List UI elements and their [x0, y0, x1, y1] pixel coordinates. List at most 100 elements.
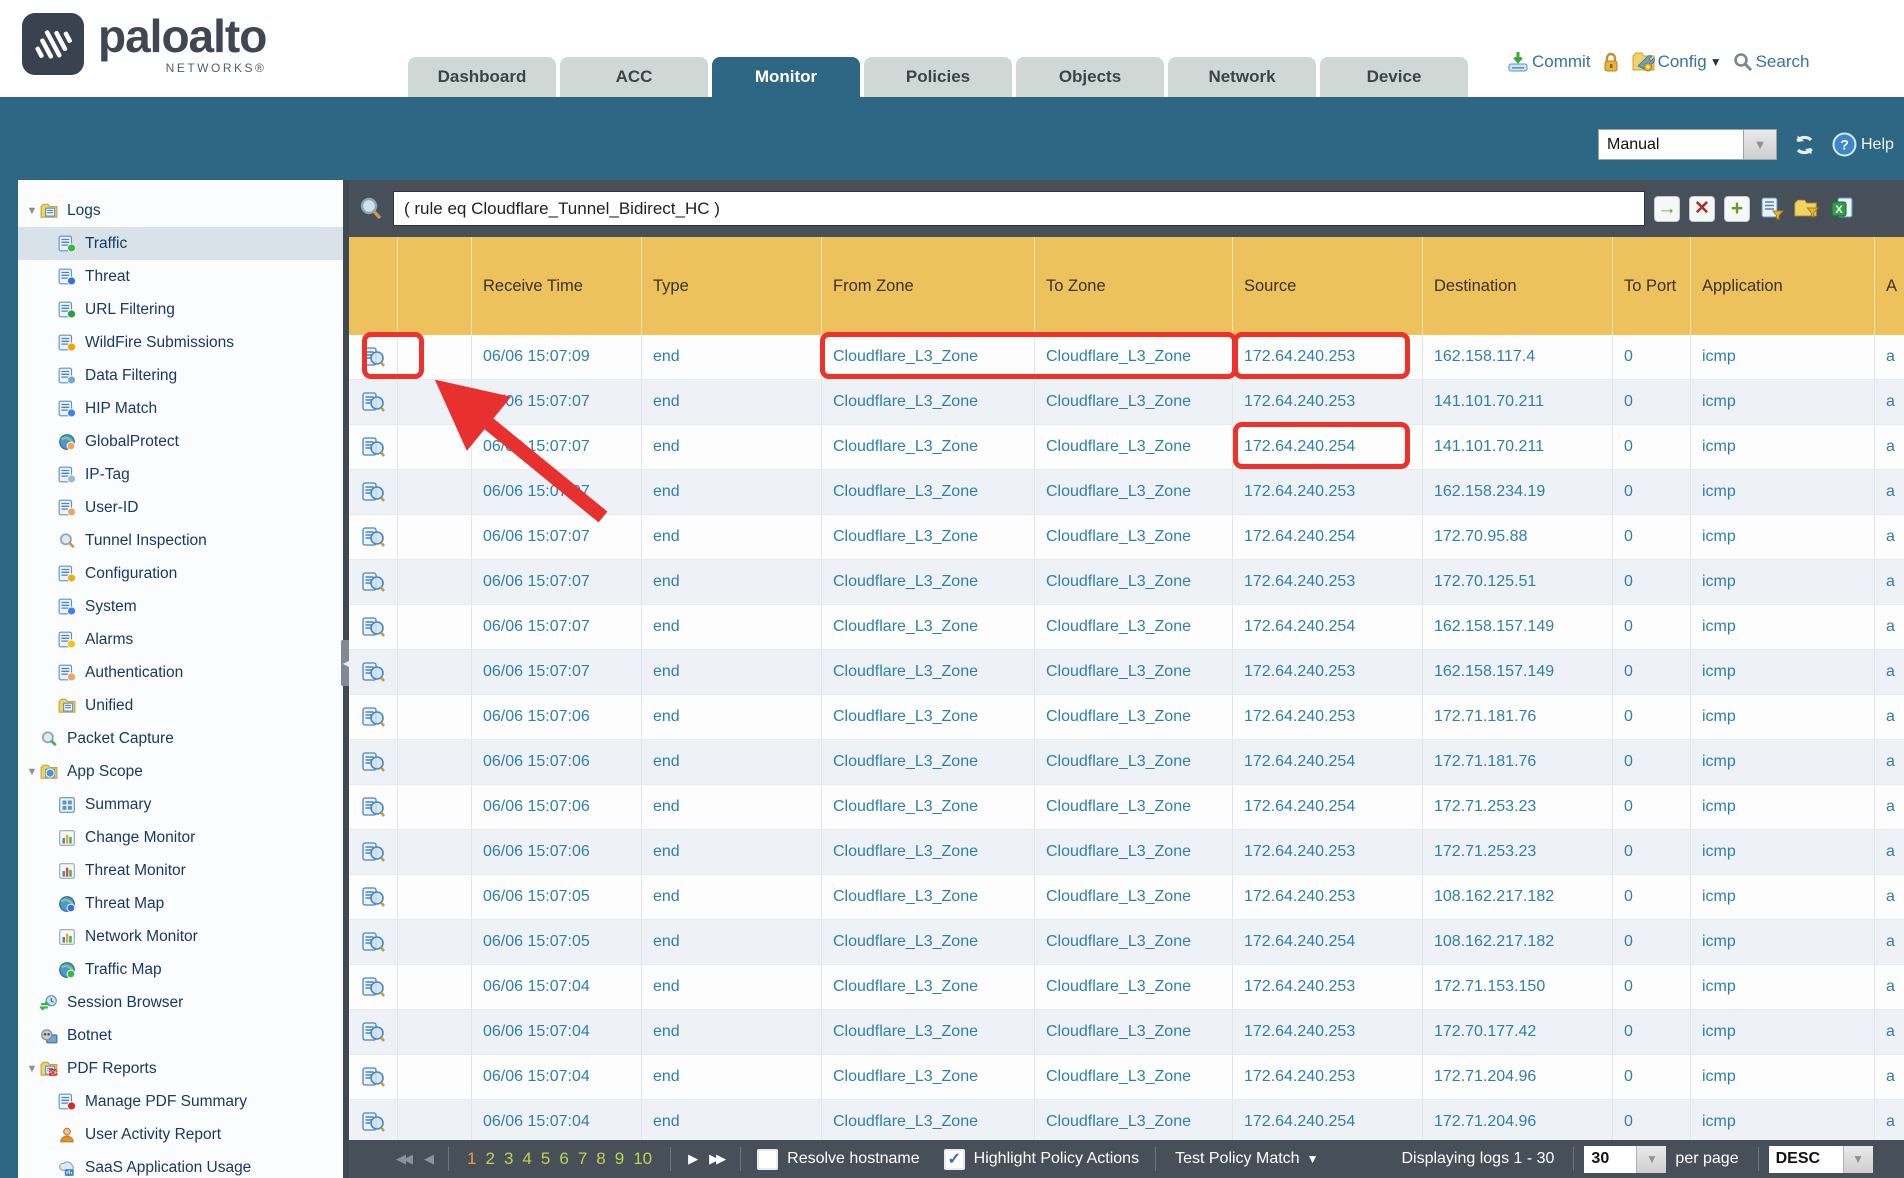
cell-to-zone[interactable]: Cloudflare_L3_Zone	[1034, 1055, 1232, 1099]
cell-from-zone[interactable]: Cloudflare_L3_Zone	[821, 515, 1034, 559]
log-detail-button[interactable]	[349, 335, 397, 379]
first-page-button[interactable]: ◀◀	[396, 1151, 410, 1167]
cell-application[interactable]: icmp	[1690, 335, 1874, 379]
cell-application[interactable]: icmp	[1690, 470, 1874, 514]
cell-source[interactable]: 172.64.240.253	[1232, 335, 1422, 379]
cell-destination[interactable]: 141.101.70.211	[1422, 425, 1612, 469]
cell-receive-time[interactable]: 06/06 15:07:06	[471, 830, 641, 874]
cell-from-zone[interactable]: Cloudflare_L3_Zone	[821, 965, 1034, 1009]
cell-source[interactable]: 172.64.240.253	[1232, 695, 1422, 739]
cell-receive-time[interactable]: 06/06 15:07:07	[471, 515, 641, 559]
cell-to-zone[interactable]: Cloudflare_L3_Zone	[1034, 1010, 1232, 1054]
cell-source[interactable]: 172.64.240.253	[1232, 470, 1422, 514]
sidebar-item-packet-capture[interactable]: Packet Capture	[18, 722, 343, 755]
cell-to-zone[interactable]: Cloudflare_L3_Zone	[1034, 965, 1232, 1009]
cell-application[interactable]: icmp	[1690, 380, 1874, 424]
last-page-button[interactable]: ▶▶	[709, 1151, 723, 1167]
cell-to-zone[interactable]: Cloudflare_L3_Zone	[1034, 785, 1232, 829]
cell-to-port[interactable]: 0	[1612, 515, 1690, 559]
cell-to-port[interactable]: 0	[1612, 650, 1690, 694]
log-detail-button[interactable]	[349, 650, 397, 694]
cell-receive-time[interactable]: 06/06 15:07:06	[471, 785, 641, 829]
cell-source[interactable]: 172.64.240.254	[1232, 785, 1422, 829]
sidebar-item-summary[interactable]: Summary	[18, 788, 343, 821]
sidebar-item-pdf-reports[interactable]: ▼PDFPDF Reports	[18, 1052, 343, 1085]
cell-source[interactable]: 172.64.240.253	[1232, 965, 1422, 1009]
sidebar-item-traffic[interactable]: Traffic	[18, 227, 343, 260]
sidebar-item-user-activity-report[interactable]: User Activity Report	[18, 1118, 343, 1151]
per-page-dropdown-button[interactable]: ▼	[1636, 1146, 1666, 1173]
column-header-type[interactable]: Type	[641, 237, 821, 335]
cell-application[interactable]: icmp	[1690, 830, 1874, 874]
cell-to-port[interactable]: 0	[1612, 695, 1690, 739]
cell-action[interactable]: a	[1874, 560, 1904, 604]
cell-from-zone[interactable]: Cloudflare_L3_Zone	[821, 560, 1034, 604]
cell-application[interactable]: icmp	[1690, 920, 1874, 964]
cell-to-zone[interactable]: Cloudflare_L3_Zone	[1034, 425, 1232, 469]
cell-action[interactable]: a	[1874, 515, 1904, 559]
cell-application[interactable]: icmp	[1690, 1100, 1874, 1140]
filter-query-input[interactable]	[393, 191, 1645, 226]
cell-type[interactable]: end	[641, 695, 821, 739]
tab-objects[interactable]: Objects	[1016, 57, 1164, 97]
cell-to-zone[interactable]: Cloudflare_L3_Zone	[1034, 1100, 1232, 1140]
cell-receive-time[interactable]: 06/06 15:07:07	[471, 605, 641, 649]
cell-action[interactable]: a	[1874, 425, 1904, 469]
cell-application[interactable]: icmp	[1690, 875, 1874, 919]
cell-source[interactable]: 172.64.240.254	[1232, 1100, 1422, 1140]
cell-from-zone[interactable]: Cloudflare_L3_Zone	[821, 1010, 1034, 1054]
help-button[interactable]: ? Help	[1832, 132, 1894, 157]
cell-type[interactable]: end	[641, 425, 821, 469]
cell-application[interactable]: icmp	[1690, 650, 1874, 694]
sidebar-item-alarms[interactable]: Alarms	[18, 623, 343, 656]
highlight-policy-actions-checkbox[interactable]: ✓	[944, 1149, 965, 1170]
cell-to-zone[interactable]: Cloudflare_L3_Zone	[1034, 380, 1232, 424]
cell-to-zone[interactable]: Cloudflare_L3_Zone	[1034, 830, 1232, 874]
cell-destination[interactable]: 172.70.95.88	[1422, 515, 1612, 559]
sidebar-item-ip-tag[interactable]: IP-Tag	[18, 458, 343, 491]
cell-action[interactable]: a	[1874, 740, 1904, 784]
cell-type[interactable]: end	[641, 1010, 821, 1054]
page-number-7[interactable]: 7	[578, 1149, 587, 1169]
column-header-application[interactable]: Application	[1690, 237, 1874, 335]
cell-receive-time[interactable]: 06/06 15:07:04	[471, 965, 641, 1009]
cell-receive-time[interactable]: 06/06 15:07:07	[471, 380, 641, 424]
cell-receive-time[interactable]: 06/06 15:07:07	[471, 425, 641, 469]
refresh-mode-select[interactable]: Manual	[1598, 129, 1744, 160]
sidebar-item-url-filtering[interactable]: URL Filtering	[18, 293, 343, 326]
log-detail-button[interactable]	[349, 380, 397, 424]
column-header-blank-1[interactable]	[397, 237, 471, 335]
sidebar-item-user-id[interactable]: User-ID	[18, 491, 343, 524]
cell-from-zone[interactable]: Cloudflare_L3_Zone	[821, 785, 1034, 829]
cell-to-port[interactable]: 0	[1612, 1010, 1690, 1054]
cell-type[interactable]: end	[641, 605, 821, 649]
log-detail-button[interactable]	[349, 875, 397, 919]
cell-to-port[interactable]: 0	[1612, 965, 1690, 1009]
column-header-to-port[interactable]: To Port	[1612, 237, 1690, 335]
log-detail-button[interactable]	[349, 740, 397, 784]
cell-to-zone[interactable]: Cloudflare_L3_Zone	[1034, 560, 1232, 604]
cell-receive-time[interactable]: 06/06 15:07:07	[471, 470, 641, 514]
sidebar-item-manage-pdf-summary[interactable]: Manage PDF Summary	[18, 1085, 343, 1118]
cell-to-port[interactable]: 0	[1612, 920, 1690, 964]
cell-type[interactable]: end	[641, 470, 821, 514]
cell-action[interactable]: a	[1874, 335, 1904, 379]
cell-action[interactable]: a	[1874, 380, 1904, 424]
log-detail-button[interactable]	[349, 470, 397, 514]
cell-application[interactable]: icmp	[1690, 425, 1874, 469]
test-policy-match-button[interactable]: Test Policy Match ▼	[1175, 1150, 1318, 1168]
cell-type[interactable]: end	[641, 560, 821, 604]
cell-receive-time[interactable]: 06/06 15:07:04	[471, 1100, 641, 1140]
column-header-from-zone[interactable]: From Zone	[821, 237, 1034, 335]
cell-to-port[interactable]: 0	[1612, 1100, 1690, 1140]
cell-action[interactable]: a	[1874, 605, 1904, 649]
page-number-6[interactable]: 6	[559, 1149, 568, 1169]
cell-to-port[interactable]: 0	[1612, 470, 1690, 514]
log-detail-button[interactable]	[349, 920, 397, 964]
cell-from-zone[interactable]: Cloudflare_L3_Zone	[821, 920, 1034, 964]
log-detail-button[interactable]	[349, 425, 397, 469]
per-page-select[interactable]: 30	[1584, 1146, 1636, 1173]
cell-action[interactable]: a	[1874, 785, 1904, 829]
clear-filter-button[interactable]: ✕	[1689, 196, 1715, 222]
sidebar-item-hip-match[interactable]: HIP Match	[18, 392, 343, 425]
